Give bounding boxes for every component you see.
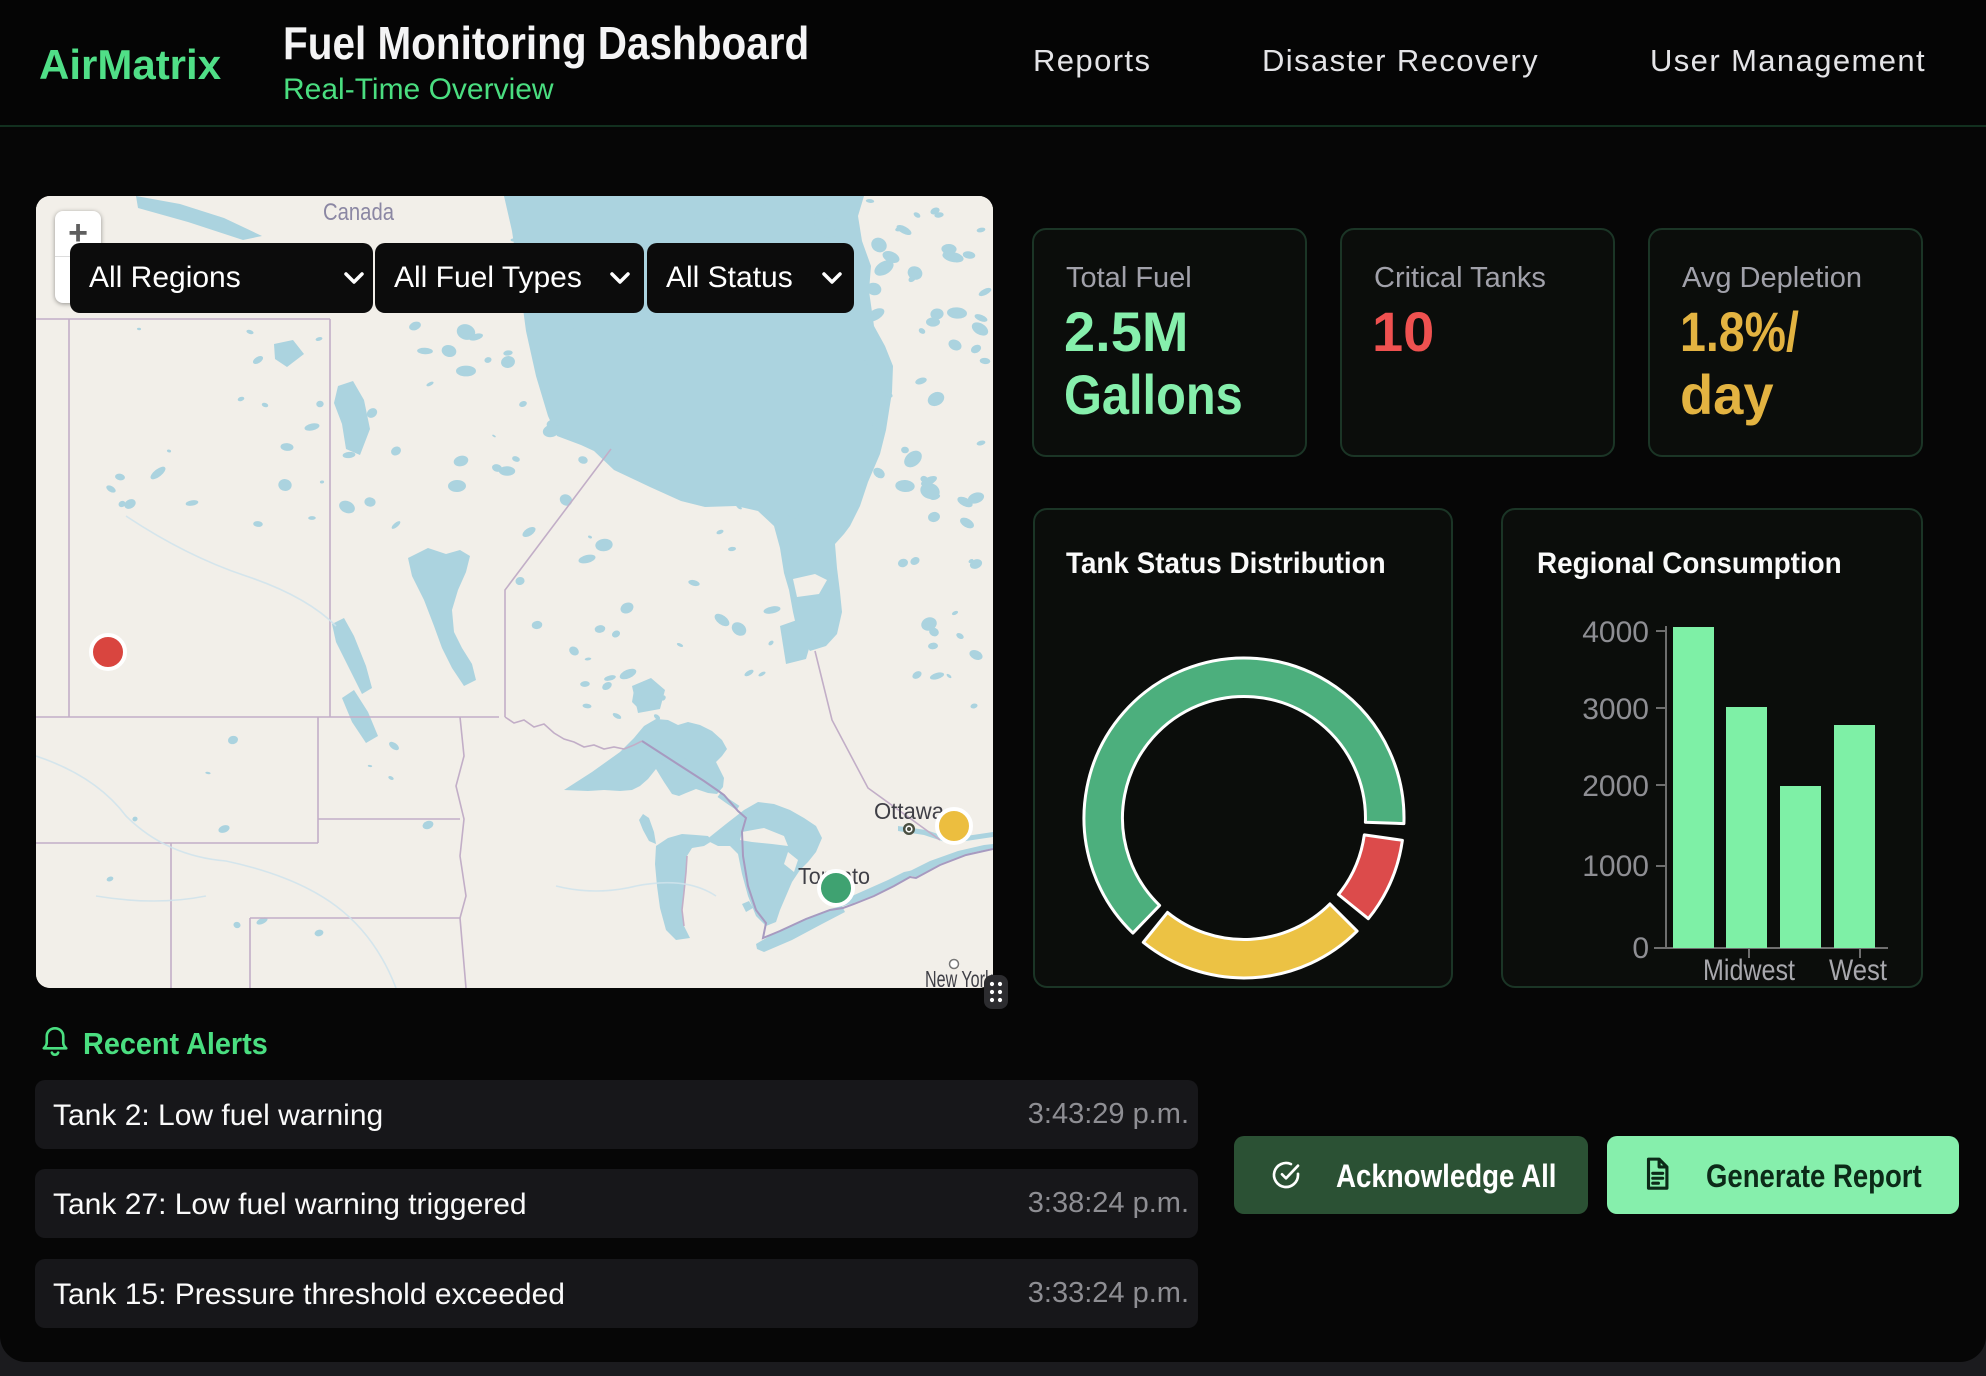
svg-text:New York: New York [925, 966, 993, 988]
svg-text:Canada: Canada [323, 199, 395, 226]
svg-text:West: West [1829, 954, 1888, 986]
svg-text:1000: 1000 [1582, 850, 1649, 883]
svg-text:Midwest: Midwest [1703, 954, 1796, 986]
svg-text:0: 0 [1632, 932, 1649, 965]
svg-text:Ottawa: Ottawa [874, 798, 944, 824]
svg-text:3000: 3000 [1582, 693, 1649, 726]
svg-text:2000: 2000 [1582, 770, 1649, 803]
svg-text:4000: 4000 [1582, 616, 1649, 649]
